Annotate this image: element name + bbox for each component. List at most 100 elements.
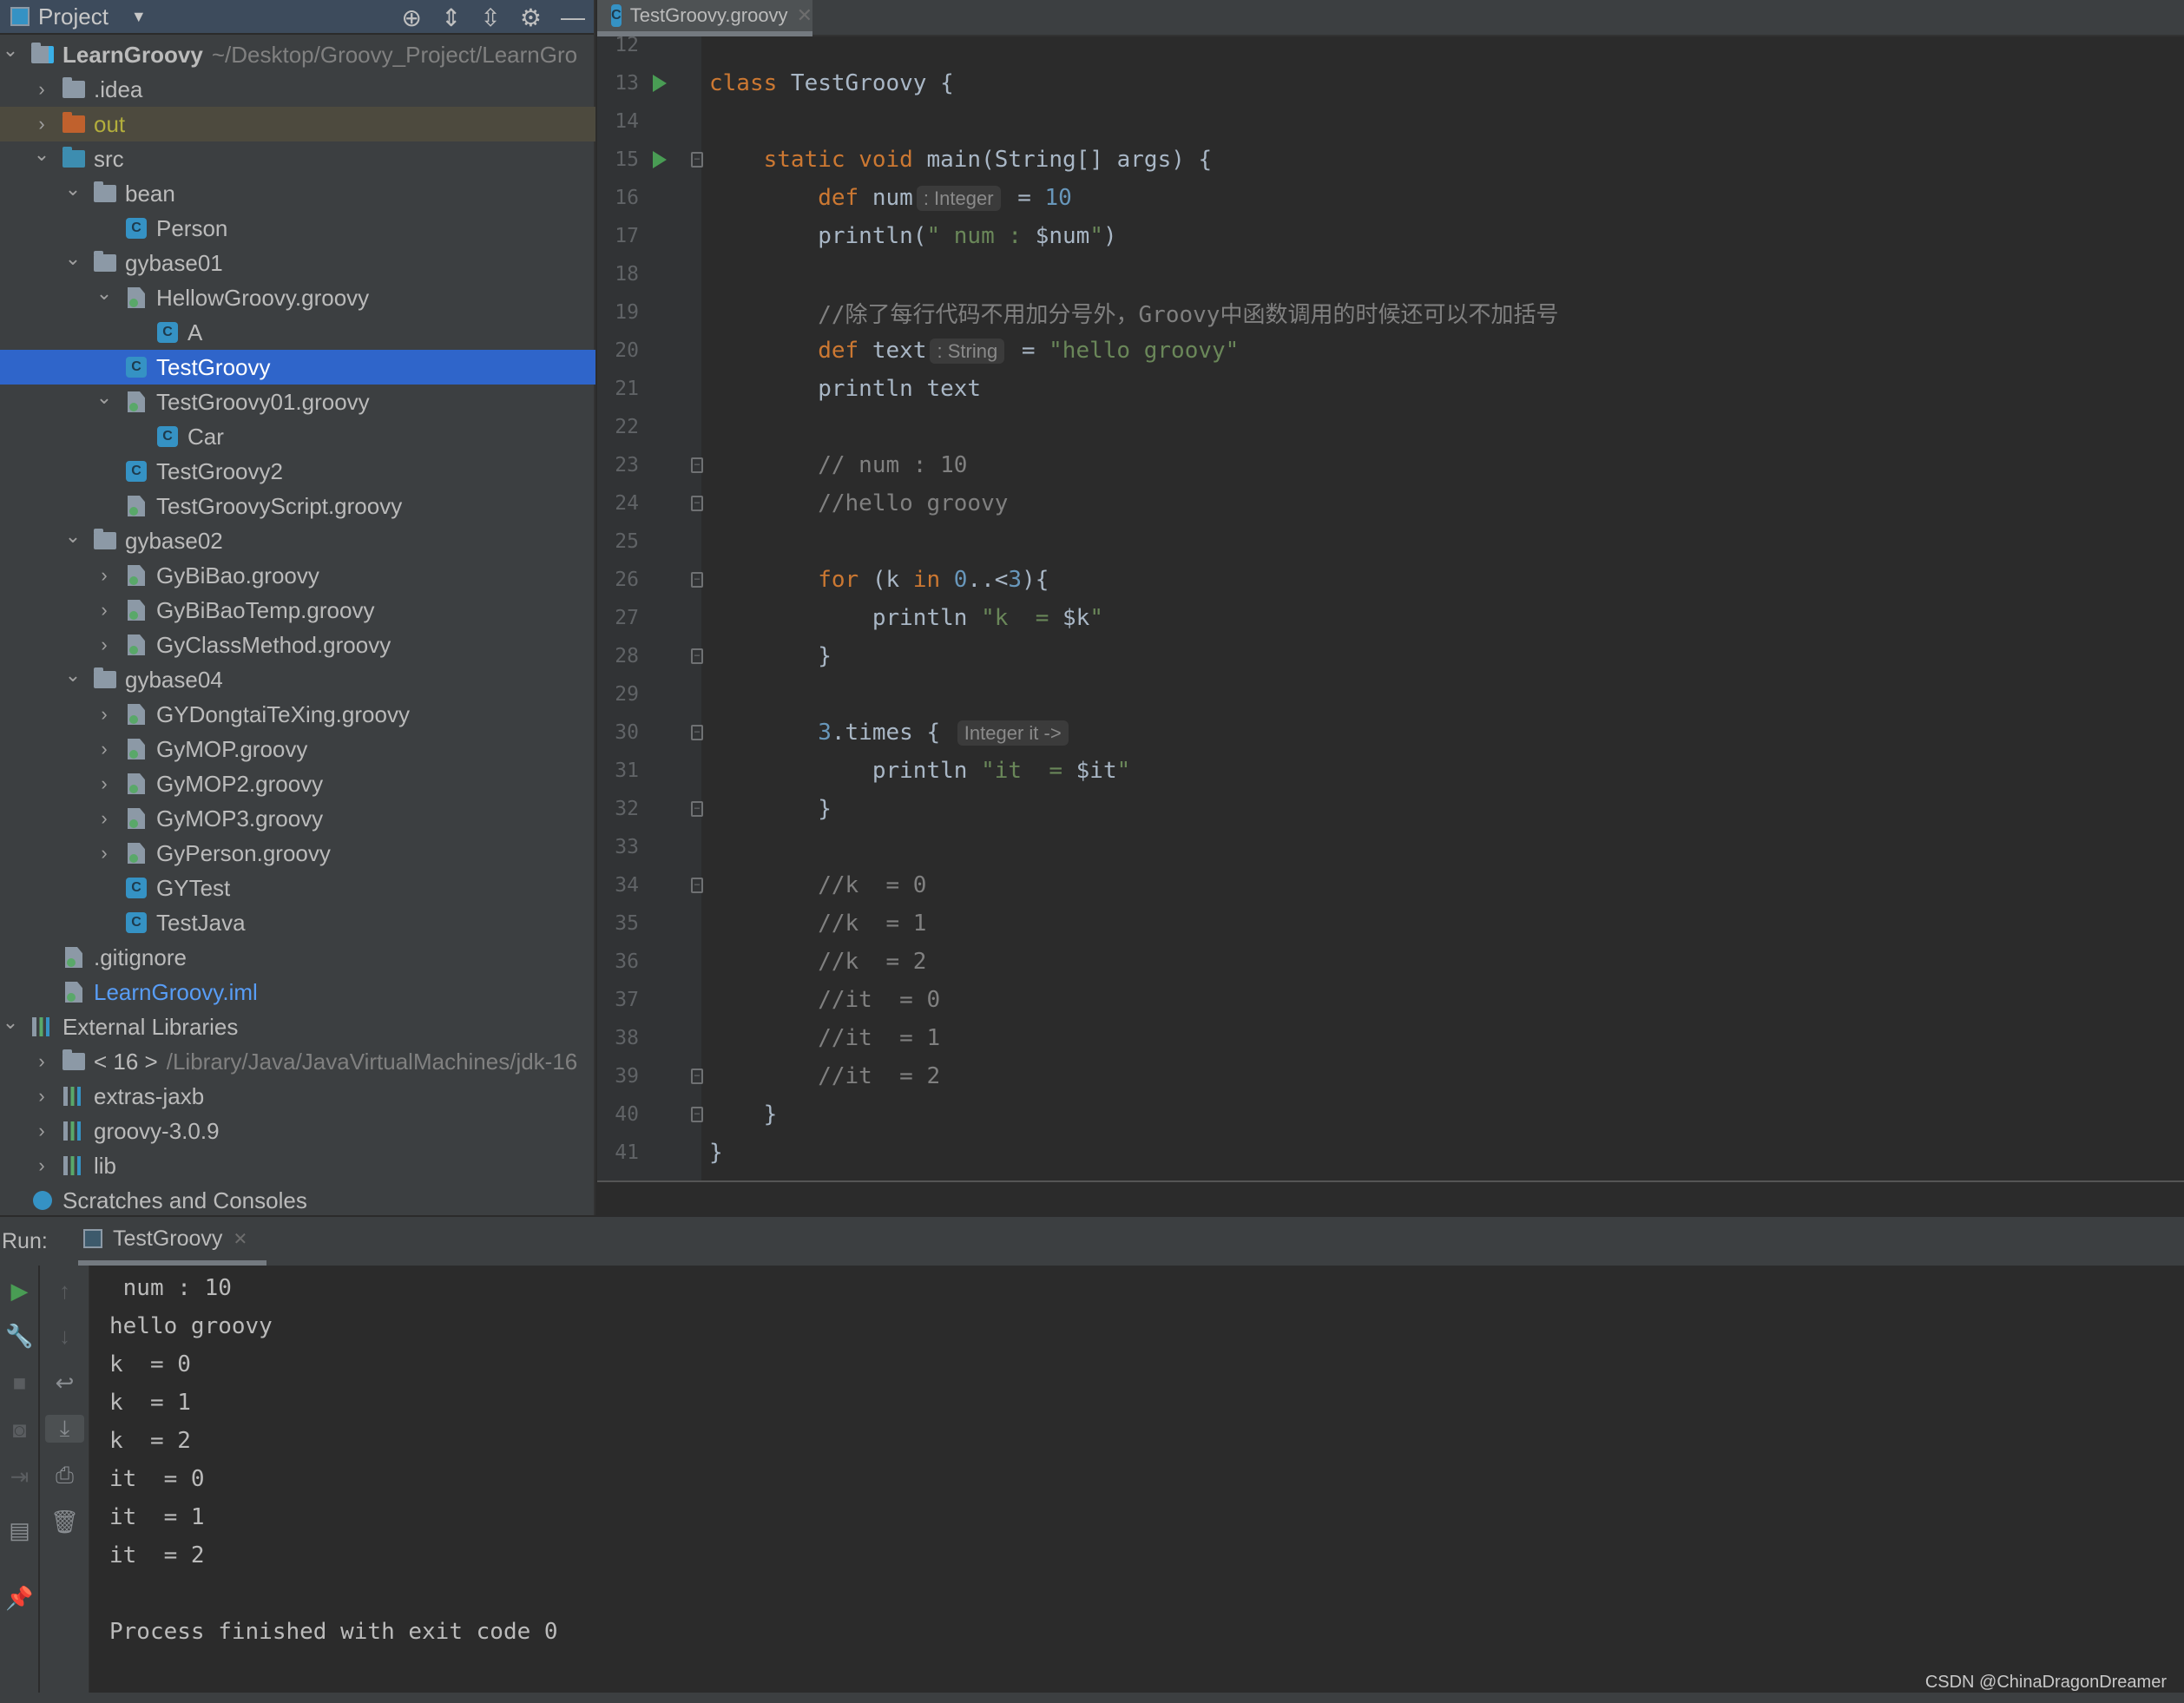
- minimize-icon[interactable]: —: [561, 3, 585, 31]
- fold-marker-icon[interactable]: −: [691, 801, 703, 817]
- chevron-right-icon[interactable]: ›: [33, 1085, 50, 1108]
- tree-item[interactable]: › GyMOP.groovy: [0, 732, 595, 766]
- tree-item[interactable]: LearnGroovy.iml: [0, 975, 595, 1009]
- run-tab[interactable]: TestGroovy ✕: [78, 1217, 267, 1266]
- fold-marker-icon[interactable]: −: [691, 572, 703, 588]
- tree-item[interactable]: C GYTest: [0, 871, 595, 905]
- chevron-right-icon[interactable]: ›: [33, 1050, 50, 1073]
- chevron-right-icon[interactable]: ›: [95, 703, 113, 726]
- chevron-down-icon[interactable]: ⌄: [64, 247, 82, 270]
- run-tab-label: TestGroovy: [113, 1226, 223, 1251]
- code-token: println: [709, 605, 982, 631]
- chevron-right-icon[interactable]: ›: [33, 78, 50, 101]
- tree-item[interactable]: C TestJava: [0, 905, 595, 940]
- rerun-icon[interactable]: ▶: [0, 1278, 39, 1305]
- scroll-to-end-icon[interactable]: ⤓: [45, 1415, 84, 1443]
- tree-item[interactable]: ⌄ gybase01: [0, 246, 595, 280]
- chevron-down-icon[interactable]: ⌄: [64, 664, 82, 687]
- chevron-right-icon[interactable]: ›: [95, 842, 113, 865]
- code-token: 10: [1044, 185, 1072, 211]
- close-icon[interactable]: ✕: [797, 4, 812, 27]
- close-icon[interactable]: ✕: [233, 1228, 247, 1250]
- code-editor[interactable]: 12 13 class TestGroovy {14 15 − static void …: [597, 34, 2184, 1182]
- console-output[interactable]: num : 10 hello groovy k = 0 k = 1 k = 2 it = …: [90, 1267, 2184, 1693]
- stop-icon[interactable]: ■: [0, 1370, 39, 1397]
- chevron-right-icon[interactable]: ›: [95, 773, 113, 795]
- run-gutter-icon[interactable]: [653, 75, 667, 92]
- chevron-down-icon[interactable]: ⌄: [64, 178, 82, 201]
- tree-item[interactable]: › GyMOP2.groovy: [0, 766, 595, 801]
- tree-item[interactable]: ⌄ TestGroovy01.groovy: [0, 385, 595, 419]
- chevron-down-icon[interactable]: ⌄: [33, 143, 50, 166]
- fold-marker-icon[interactable]: −: [691, 496, 703, 511]
- chevron-right-icon[interactable]: ›: [33, 1120, 50, 1142]
- fold-marker-icon[interactable]: −: [691, 1107, 703, 1122]
- target-icon[interactable]: ⊕: [401, 3, 421, 32]
- tree-item[interactable]: CA: [0, 315, 595, 350]
- wrench-icon[interactable]: 🔧: [0, 1323, 39, 1350]
- tree-item[interactable]: ⌄ gybase04: [0, 662, 595, 697]
- chevron-right-icon[interactable]: ›: [95, 807, 113, 830]
- tree-item[interactable]: › out: [0, 107, 595, 141]
- tree-item[interactable]: › .idea: [0, 72, 595, 107]
- chevron-down-icon[interactable]: ⌄: [2, 39, 19, 62]
- chevron-right-icon[interactable]: ›: [95, 738, 113, 760]
- project-view-selector[interactable]: Project: [38, 3, 109, 30]
- exit-icon[interactable]: ⇥: [0, 1463, 39, 1490]
- chevron-down-icon[interactable]: ⌄: [95, 386, 113, 409]
- layout-icon[interactable]: ▤: [0, 1517, 39, 1544]
- soft-wrap-icon[interactable]: ↩: [45, 1370, 84, 1397]
- fold-marker-icon[interactable]: −: [691, 1068, 703, 1084]
- arrow-down-icon[interactable]: ↓: [45, 1323, 84, 1350]
- tree-item[interactable]: ⌄ src: [0, 141, 595, 176]
- chevron-down-icon[interactable]: ⌄: [95, 282, 113, 305]
- tree-item[interactable]: C Person: [0, 211, 595, 246]
- fold-marker-icon[interactable]: −: [691, 648, 703, 664]
- chevron-down-icon[interactable]: ⌄: [64, 525, 82, 548]
- fold-marker-icon[interactable]: −: [691, 457, 703, 473]
- tree-item[interactable]: › GYDongtaiTeXing.groovy: [0, 697, 595, 732]
- chevron-right-icon[interactable]: ›: [95, 634, 113, 656]
- tree-item[interactable]: ⌄ HellowGroovy.groovy: [0, 280, 595, 315]
- trash-icon[interactable]: 🗑: [45, 1509, 84, 1535]
- tree-item[interactable]: › GyBiBaoTemp.groovy: [0, 593, 595, 628]
- fold-marker-icon[interactable]: −: [691, 725, 703, 740]
- tree-item[interactable]: ⌄ LearnGroovy ~/Desktop/Groovy_Project/Lea…: [0, 37, 595, 72]
- tree-item[interactable]: › GyPerson.groovy: [0, 836, 595, 871]
- tree-item[interactable]: › GyClassMethod.groovy: [0, 628, 595, 662]
- tree-item[interactable]: ⌄ bean: [0, 176, 595, 211]
- fold-marker-icon[interactable]: −: [691, 152, 703, 168]
- tree-item[interactable]: .gitignore: [0, 940, 595, 975]
- code-token: .times {: [831, 720, 954, 746]
- expand-all-icon[interactable]: ⇕: [441, 3, 461, 32]
- run-gutter-icon[interactable]: [653, 151, 667, 168]
- tree-item[interactable]: › lib: [0, 1148, 595, 1183]
- chevron-down-icon[interactable]: ⌄: [2, 1011, 19, 1034]
- tree-item[interactable]: › extras-jaxb: [0, 1079, 595, 1114]
- chevron-right-icon[interactable]: ›: [95, 599, 113, 621]
- chevron-right-icon[interactable]: ›: [33, 1154, 50, 1177]
- tree-item[interactable]: › groovy-3.0.9: [0, 1114, 595, 1148]
- arrow-up-icon[interactable]: ↑: [45, 1278, 84, 1305]
- gear-icon[interactable]: ⚙: [520, 3, 542, 32]
- code-token: ": [1089, 605, 1103, 631]
- tree-item[interactable]: Scratches and Consoles: [0, 1183, 595, 1218]
- tree-item[interactable]: ⌄ External Libraries: [0, 1009, 595, 1044]
- tree-item[interactable]: TestGroovyScript.groovy: [0, 489, 595, 523]
- tree-item[interactable]: › GyBiBao.groovy: [0, 558, 595, 593]
- tree-item[interactable]: C TestGroovy2: [0, 454, 595, 489]
- tree-item[interactable]: › < 16 > /Library/Java/JavaVirtualMachines…: [0, 1044, 595, 1079]
- camera-icon[interactable]: ◙: [0, 1417, 39, 1443]
- tree-item[interactable]: C Car: [0, 419, 595, 454]
- fold-marker-icon[interactable]: −: [691, 878, 703, 893]
- print-icon[interactable]: ⎙: [45, 1462, 84, 1489]
- tree-item[interactable]: C TestGroovy: [0, 350, 595, 385]
- line-number: 32: [615, 798, 639, 820]
- chevron-down-icon[interactable]: ▼: [131, 8, 147, 26]
- chevron-right-icon[interactable]: ›: [33, 113, 50, 135]
- chevron-right-icon[interactable]: ›: [95, 564, 113, 587]
- collapse-all-icon[interactable]: ⇳: [480, 3, 500, 32]
- tree-item[interactable]: › GyMOP3.groovy: [0, 801, 595, 836]
- pin-icon[interactable]: 📌: [0, 1585, 39, 1612]
- tree-item[interactable]: ⌄ gybase02: [0, 523, 595, 558]
